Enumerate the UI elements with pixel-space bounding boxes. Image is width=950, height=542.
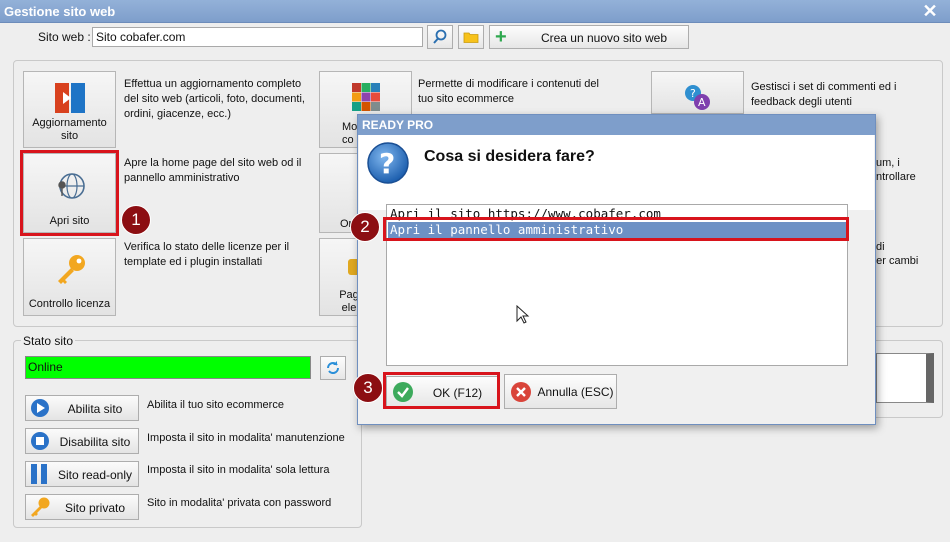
tile-desc: Verifica lo stato delle licenze per il t… <box>124 241 290 268</box>
private-site-desc: Sito in modalita' privata con password <box>147 497 332 509</box>
annotation-badge-2: 2 <box>350 212 380 242</box>
cancel-button[interactable]: Annulla (ESC) <box>504 374 617 409</box>
tile-desc: Gestisci i set di commenti ed i feedback… <box>751 81 897 108</box>
site-select[interactable]: Sito cobafer.com <box>92 27 423 47</box>
annotation-badge-1: 1 <box>121 205 151 235</box>
site-select-value: Sito cobafer.com <box>96 30 186 44</box>
create-site-label: Crea un nuovo sito web <box>540 31 668 45</box>
private-site-button[interactable]: Sito privato <box>25 494 139 520</box>
readonly-site-label: Sito read-only <box>57 468 133 482</box>
right-panel <box>870 340 943 418</box>
annotation-box-2 <box>383 217 849 241</box>
stop-icon <box>31 432 49 450</box>
annotation-box-3 <box>383 372 500 409</box>
pause-icon <box>31 464 47 484</box>
tile-desc-partial: per cambi <box>870 255 919 267</box>
key-icon <box>31 497 50 517</box>
stato-sito-legend: Stato sito <box>21 334 76 348</box>
readonly-site-desc: Imposta il sito in modalita' sola lettur… <box>147 464 330 476</box>
window-title: Gestione sito web <box>4 4 116 19</box>
search-icon <box>433 29 447 44</box>
create-site-button[interactable]: + Crea un nuovo sito web <box>489 25 689 49</box>
grid-icon <box>352 83 380 111</box>
disable-site-button[interactable]: Disabilita sito <box>25 428 139 454</box>
dialog-header: ? Cosa si desidera fare? <box>359 135 874 210</box>
search-button[interactable] <box>427 25 453 49</box>
tile-desc-partial: um, i <box>876 157 900 169</box>
tile-desc: Effettua un aggiornamento completo del s… <box>124 78 305 120</box>
site-status-field: Online <box>25 356 311 379</box>
folder-button[interactable] <box>458 25 484 49</box>
folder-icon <box>463 32 479 43</box>
plus-icon: + <box>495 26 507 48</box>
disable-site-desc: Imposta il sito in modalita' manutenzion… <box>147 432 345 444</box>
tile-commenti[interactable]: ? A <box>651 71 744 114</box>
tile-desc-partial: ntrollare <box>876 171 916 183</box>
svg-text:A: A <box>698 96 706 109</box>
private-site-label: Sito privato <box>64 501 126 515</box>
tile-controllo-licenza[interactable]: Controllo licenza <box>23 238 116 316</box>
update-icon <box>55 83 85 113</box>
refresh-icon <box>327 361 339 374</box>
disable-site-label: Disabilita sito <box>59 435 131 449</box>
key-icon <box>58 255 85 284</box>
tile-aggiornamento-sito[interactable]: Aggiornamento sito <box>23 71 116 148</box>
comments-icon: ? A <box>685 85 710 110</box>
cancel-button-label: Annulla (ESC) <box>537 385 614 399</box>
site-status-value: Online <box>28 360 63 374</box>
tile-desc: Permette di modificare i contenuti del t… <box>418 78 599 105</box>
site-label: Sito web : <box>38 30 91 44</box>
question-icon: ? <box>367 142 409 184</box>
tile-desc-partial: di <box>876 241 885 253</box>
enable-site-button[interactable]: Abilita sito <box>25 395 139 421</box>
close-icon[interactable]: ✕ <box>920 1 940 21</box>
enable-site-desc: Abilita il tuo sito ecommerce <box>147 399 284 411</box>
refresh-button[interactable] <box>320 356 346 380</box>
tile-desc: Apre la home page del sito web od il pan… <box>124 157 302 184</box>
tile-label: Controllo licenza <box>28 298 111 310</box>
enable-site-label: Abilita sito <box>67 402 123 416</box>
readonly-site-button[interactable]: Sito read-only <box>25 461 139 487</box>
dialog-title: READY PRO <box>358 115 875 135</box>
cancel-icon <box>511 382 531 402</box>
annotation-box-1 <box>20 150 119 236</box>
window-titlebar: Gestione sito web ✕ <box>0 0 950 23</box>
svg-text:?: ? <box>379 147 395 180</box>
dialog-question: Cosa si desidera fare? <box>424 148 595 165</box>
annotation-badge-3: 3 <box>353 373 383 403</box>
mouse-cursor-icon <box>516 305 530 324</box>
tile-label: Aggiornamento sito <box>32 117 107 142</box>
play-icon <box>31 399 49 417</box>
